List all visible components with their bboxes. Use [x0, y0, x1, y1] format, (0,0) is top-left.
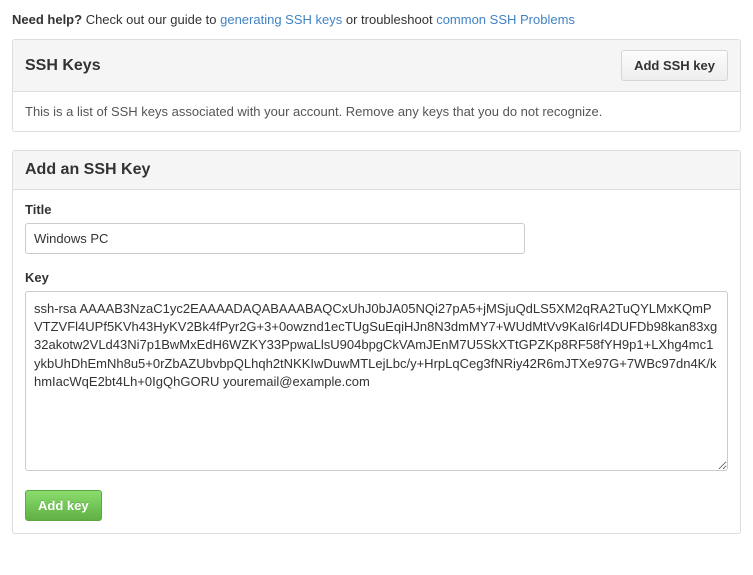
add-key-button[interactable]: Add key — [25, 490, 102, 521]
add-ssh-key-panel: Add an SSH Key Title Key Add key — [12, 150, 741, 534]
add-ssh-key-panel-header: Add an SSH Key — [13, 151, 740, 190]
help-text-1: Check out our guide to — [82, 12, 220, 27]
add-ssh-key-title: Add an SSH Key — [25, 161, 150, 179]
help-prefix: Need help? — [12, 12, 82, 27]
ssh-keys-panel-header: SSH Keys Add SSH key — [13, 40, 740, 92]
help-text-2: or troubleshoot — [342, 12, 436, 27]
add-ssh-key-button[interactable]: Add SSH key — [621, 50, 728, 81]
generating-ssh-keys-link[interactable]: generating SSH keys — [220, 12, 342, 27]
title-label: Title — [25, 202, 728, 217]
title-input[interactable] — [25, 223, 525, 254]
add-ssh-key-form: Title Key Add key — [13, 190, 740, 533]
common-ssh-problems-link[interactable]: common SSH Problems — [436, 12, 575, 27]
ssh-keys-panel: SSH Keys Add SSH key This is a list of S… — [12, 39, 741, 132]
key-form-group: Key — [25, 270, 728, 474]
title-form-group: Title — [25, 202, 728, 254]
ssh-keys-title: SSH Keys — [25, 57, 101, 75]
key-textarea[interactable] — [25, 291, 728, 471]
key-label: Key — [25, 270, 728, 285]
ssh-keys-description: This is a list of SSH keys associated wi… — [13, 92, 740, 131]
help-text: Need help? Check out our guide to genera… — [12, 12, 741, 27]
add-key-actions: Add key — [25, 490, 728, 521]
